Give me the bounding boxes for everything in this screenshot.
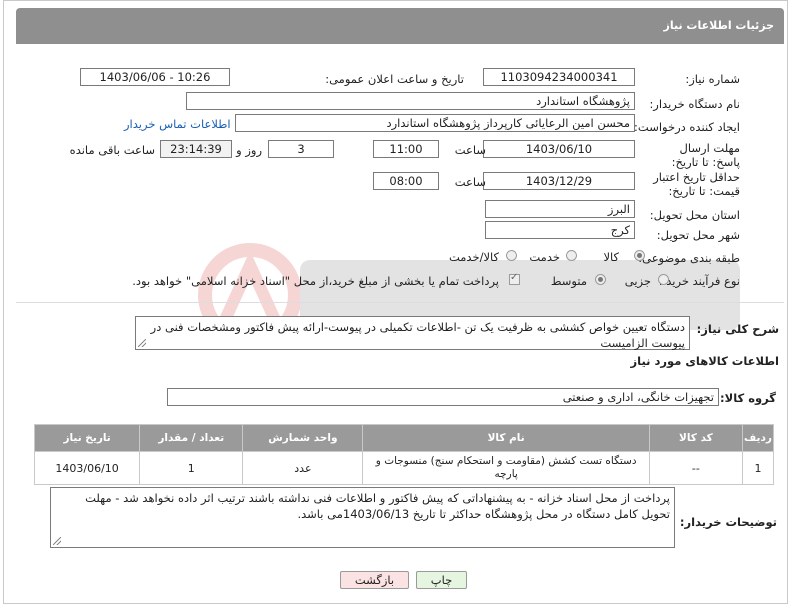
page-header: جزئیات اطلاعات نیاز [16, 8, 784, 44]
validity-time-label: ساعت [454, 175, 486, 189]
validity-time-field[interactable]: 08:00 [373, 172, 439, 190]
goods-group-field[interactable]: تجهیزات خانگی، اداری و صنعتی [167, 388, 719, 406]
process-radio-minor[interactable] [658, 274, 669, 285]
remaining-label: ساعت باقی مانده [69, 143, 155, 157]
remaining-time-field: 23:14:39 [160, 140, 232, 158]
summary-text: دستگاه تعیین خواص کششی به ظرفیت یک تن -ا… [150, 320, 685, 350]
validity-date-field[interactable]: 1403/12/29 [483, 172, 635, 190]
goods-section-title: اطلاعات کالاهای مورد نیاز [630, 354, 779, 368]
creator-label: ایجاد کننده درخواست: [634, 120, 740, 134]
creator-field[interactable]: محسن امین الرعایائی کارپرداز پژوهشگاه اس… [235, 114, 635, 132]
city-label: شهر محل تحویل: [656, 228, 740, 242]
resize-grip-icon[interactable] [53, 537, 61, 545]
buyer-notes-text: پرداخت از محل اسناد خزانه - به پیشنهادات… [85, 491, 670, 521]
category-radio-goods-service[interactable] [506, 250, 517, 261]
buyer-label: نام دستگاه خریدار: [649, 97, 740, 111]
province-label: استان محل تحویل: [649, 208, 740, 222]
table-row: 1 -- دستگاه تست کشش (مقاومت و استحکام سن… [33, 451, 775, 485]
goods-group-label: گروه کالا: [720, 391, 776, 405]
resize-grip-icon[interactable] [138, 339, 146, 347]
back-button[interactable]: بازگشت [340, 571, 409, 589]
cell-quantity: 1 [139, 451, 244, 485]
buyer-notes-textarea[interactable]: پرداخت از محل اسناد خزانه - به پیشنهادات… [50, 487, 675, 548]
cell-row-number: 1 [741, 451, 775, 485]
deadline-date-field[interactable]: 1403/06/10 [483, 140, 635, 158]
summary-label: شرح کلی نیاز: [696, 322, 779, 336]
cell-unit: عدد [242, 451, 364, 485]
table-header-row: ردیف کد کالا نام کالا واحد شمارش تعداد /… [33, 424, 775, 452]
process-radio-medium[interactable] [595, 274, 606, 285]
page-title: جزئیات اطلاعات نیاز [663, 19, 775, 32]
validity-label: حداقل تاریخ اعتبار قیمت: تا تاریخ: [653, 170, 740, 198]
category-option-goods: کالا [603, 250, 619, 264]
province-field[interactable]: البرز [485, 200, 635, 218]
category-radio-goods[interactable] [634, 250, 645, 261]
cell-goods-name: دستگاه تست کشش (مقاومت و استحکام سنج) من… [362, 451, 650, 485]
buyer-field[interactable]: پژوهشگاه استاندارد [186, 92, 635, 110]
announce-field[interactable]: 1403/06/06 - 10:26 [80, 68, 230, 86]
need-number-label: شماره نیاز: [685, 72, 740, 86]
need-number-field[interactable]: 1103094234000341 [483, 68, 635, 86]
announce-label: تاریخ و ساعت اعلان عمومی: [325, 72, 464, 86]
cell-need-date: 1403/06/10 [33, 451, 141, 485]
deadline-time-label: ساعت [454, 143, 486, 157]
payment-note: پرداخت تمام یا بخشی از مبلغ خرید،از محل … [132, 274, 499, 288]
col-header-row-number: ردیف [741, 424, 775, 452]
print-button[interactable]: چاپ [416, 571, 467, 589]
category-label: طبقه بندی موضوعی: [638, 251, 740, 265]
treasury-checkbox[interactable] [509, 272, 520, 285]
category-radio-service[interactable] [566, 250, 577, 261]
category-option-service: خدمت [529, 250, 560, 264]
category-option-goods-service: کالا/خدمت [448, 250, 499, 264]
process-option-medium: متوسط [550, 274, 587, 288]
col-header-goods-code: کد کالا [648, 424, 743, 452]
days-label: روز و [236, 143, 262, 157]
col-header-goods-name: نام کالا [362, 424, 650, 452]
col-header-need-date: تاریخ نیاز [33, 424, 141, 452]
cell-goods-code: -- [648, 451, 743, 485]
summary-textarea[interactable]: دستگاه تعیین خواص کششی به ظرفیت یک تن -ا… [135, 316, 690, 350]
process-option-minor: جزیی [624, 274, 651, 288]
deadline-label: مهلت ارسال پاسخ: تا تاریخ: [671, 141, 740, 169]
deadline-time-field[interactable]: 11:00 [373, 140, 439, 158]
goods-table: ردیف کد کالا نام کالا واحد شمارش تعداد /… [33, 424, 775, 485]
col-header-quantity: تعداد / مقدار [139, 424, 244, 452]
days-field[interactable]: 3 [268, 140, 334, 158]
city-field[interactable]: کرج [485, 221, 635, 239]
process-label: نوع فرآیند خرید : [658, 274, 740, 288]
contact-buyer-link[interactable]: اطلاعات تماس خریدار [124, 117, 231, 131]
col-header-unit: واحد شمارش [242, 424, 364, 452]
buyer-notes-label: توضیحات خریدار: [679, 515, 777, 529]
